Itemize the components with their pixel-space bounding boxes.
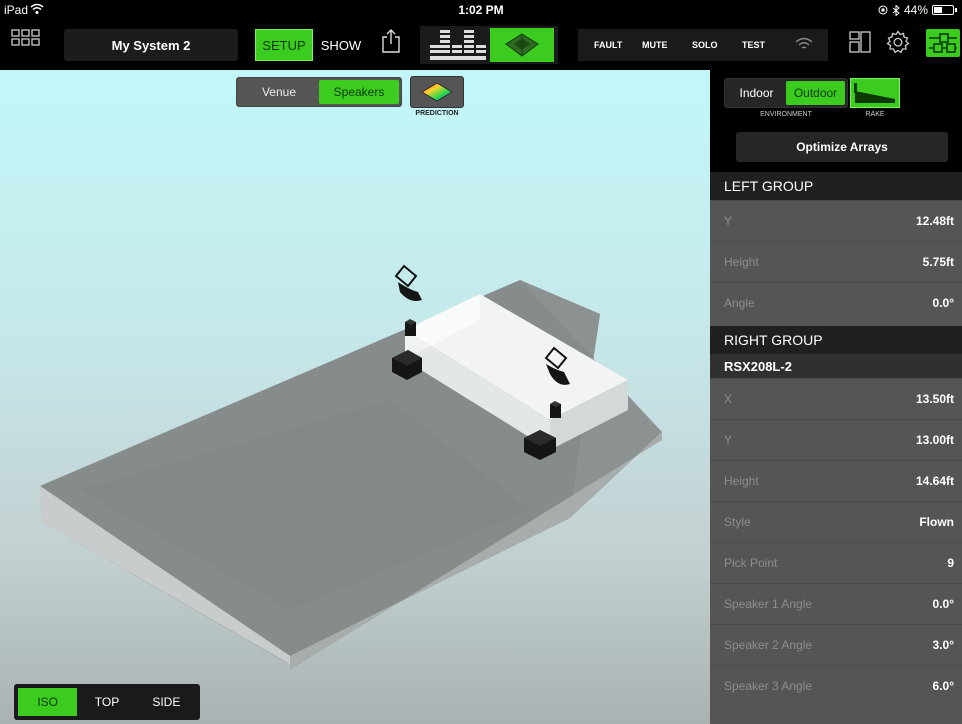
network-button[interactable] [926,29,960,57]
properties-panel: Indoor Outdoor ENVIRONMENT RAKE Optimize… [710,70,962,724]
row-value[interactable]: 5.75ft [923,255,954,269]
right-group-speaker-model[interactable]: RSX208L-2 [710,354,962,378]
right-speaker3-angle-row[interactable]: Speaker 3 Angle 6.0° [710,665,962,706]
row-label: Speaker 2 Angle [724,638,813,652]
row-value[interactable]: 13.00ft [916,433,954,447]
setup-button[interactable]: SETUP [255,29,313,61]
network-icon [929,33,957,53]
row-value[interactable]: 0.0° [933,597,954,611]
right-height-row[interactable]: Height 14.64ft [710,460,962,501]
status-bar: iPad 1:02 PM 44% [0,0,962,20]
left-angle-row[interactable]: Angle 0.0° [710,282,962,323]
row-label: Angle [724,296,755,310]
row-value[interactable]: 6.0° [933,679,954,693]
system-name[interactable]: My System 2 [64,29,238,61]
right-speaker1-angle-row[interactable]: Speaker 1 Angle 0.0° [710,583,962,624]
control-bar: FAULT MUTE SOLO TEST [578,29,828,61]
3d-cube-icon [505,33,539,57]
prediction-heatmap-icon [421,82,453,102]
row-value[interactable]: 14.64ft [916,474,954,488]
left-y-row[interactable]: Y 12.48ft [710,200,962,241]
right-x-row[interactable]: X 13.50ft [710,378,962,419]
right-style-row[interactable]: Style Flown [710,501,962,542]
rake-icon [854,83,895,103]
orientation-lock-icon [878,5,888,15]
tab-outdoor[interactable]: Outdoor [786,81,845,105]
status-right: 44% [878,3,957,17]
gear-icon[interactable] [886,30,910,54]
layout-icon[interactable] [848,30,872,54]
right-pick-point-row[interactable]: Pick Point 9 [710,542,962,583]
3d-view-button[interactable] [490,28,554,62]
view-mode-box [420,26,558,64]
row-label: Height [724,474,759,488]
tab-side[interactable]: SIDE [137,688,196,716]
row-label: Y [724,433,733,447]
row-value[interactable]: 9 [947,556,954,570]
rake-label: RAKE [865,111,885,118]
fault-button[interactable]: FAULT [594,40,622,50]
speaker-right-fill[interactable] [550,401,561,418]
speaker-left-fill[interactable] [405,319,416,336]
row-value[interactable]: 12.48ft [916,214,954,228]
share-icon[interactable] [380,28,402,54]
rake-button[interactable] [850,78,900,108]
speaker-left-array[interactable] [394,264,422,301]
status-time: 1:02 PM [458,3,504,17]
row-value[interactable]: 0.0° [933,296,954,310]
mute-button[interactable]: MUTE [642,40,668,50]
row-value[interactable]: 3.0° [933,638,954,652]
panel-controls: Indoor Outdoor ENVIRONMENT RAKE Optimize… [710,70,962,172]
meters-icon[interactable] [428,28,488,62]
right-y-row[interactable]: Y 13.00ft [710,419,962,460]
view-angle-segmented-control: ISO TOP SIDE [14,684,200,720]
solo-button[interactable]: SOLO [692,40,718,50]
battery-percent: 44% [903,3,928,17]
3d-viewport[interactable]: Venue Speakers PREDICTION ISO TOP SIDE [0,70,710,724]
row-label: Height [724,255,759,269]
optimize-arrays-button[interactable]: Optimize Arrays [736,132,948,162]
tab-top[interactable]: TOP [77,688,136,716]
venue-floor [40,280,662,670]
row-value[interactable]: Flown [919,515,954,529]
row-value[interactable]: 13.50ft [916,392,954,406]
tab-indoor[interactable]: Indoor [727,81,786,105]
left-height-row[interactable]: Height 5.75ft [710,241,962,282]
row-label: Speaker 3 Angle [724,679,813,693]
right-speaker2-angle-row[interactable]: Speaker 2 Angle 3.0° [710,624,962,665]
row-label: X [724,392,733,406]
toolbar: My System 2 SETUP SHOW FAULT MUTE SOLO T… [0,20,962,70]
bluetooth-icon [892,4,900,16]
signal-icon[interactable] [794,35,814,53]
row-label: Y [724,214,733,228]
app-grid-icon[interactable] [10,28,42,48]
prediction-label: PREDICTION [415,110,459,117]
environment-label: ENVIRONMENT [760,111,812,118]
battery-icon [932,5,957,15]
mode-segmented-control: SETUP SHOW [255,29,369,61]
venue-speakers-segmented-control: Venue Speakers [236,77,402,107]
venue-scene[interactable] [0,70,710,724]
right-group-header[interactable]: RIGHT GROUP [710,326,962,354]
row-label: Pick Point [724,556,778,570]
tab-speakers[interactable]: Speakers [319,80,399,104]
tab-venue[interactable]: Venue [239,80,319,104]
row-label: Style [724,515,751,529]
row-label: Speaker 1 Angle [724,597,813,611]
battery-fill [934,7,942,13]
left-group-header[interactable]: LEFT GROUP [710,172,962,200]
tab-iso[interactable]: ISO [18,688,78,716]
prediction-button[interactable] [410,76,464,108]
environment-segmented-control: Indoor Outdoor [724,78,848,108]
test-button[interactable]: TEST [742,40,765,50]
show-button[interactable]: SHOW [313,29,369,61]
